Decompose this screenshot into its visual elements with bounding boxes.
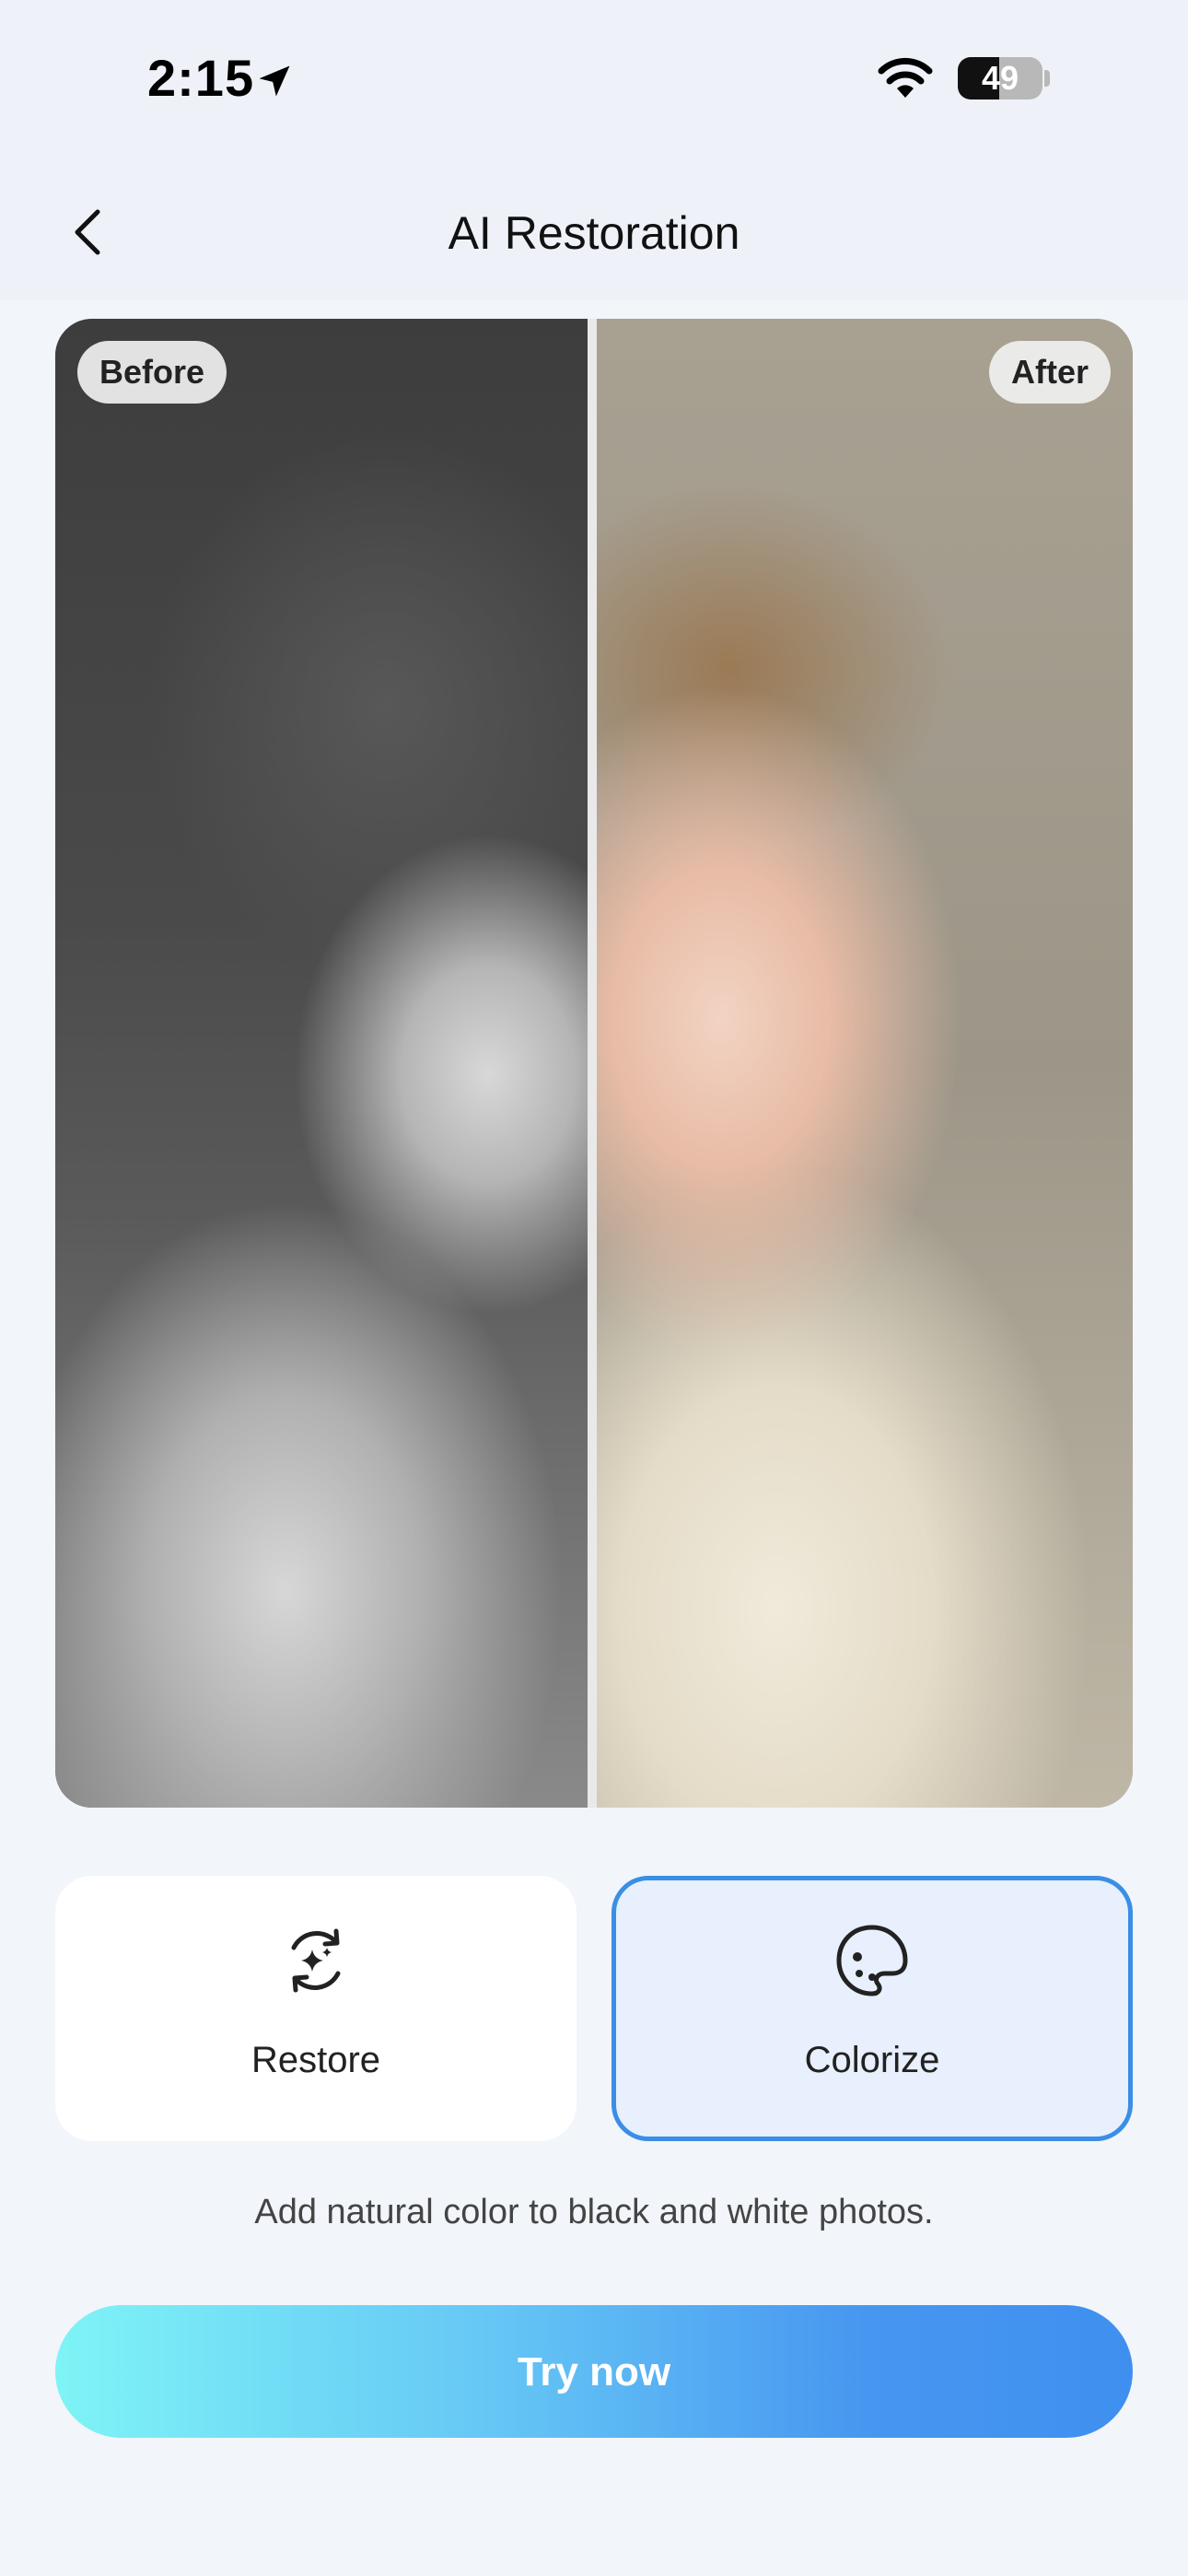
option-colorize[interactable]: Colorize: [611, 1876, 1133, 2141]
before-after-comparison[interactable]: Before After: [55, 319, 1133, 1808]
nav-bar: AI Restoration: [0, 166, 1188, 300]
location-arrow-icon: [259, 65, 290, 97]
status-bar: 2:15 49: [0, 0, 1188, 166]
sparkle-refresh-icon: [291, 1928, 341, 1993]
try-now-button[interactable]: Try now: [55, 2305, 1133, 2438]
after-label: After: [988, 341, 1111, 404]
before-label: Before: [77, 341, 227, 404]
comparison-slider-handle[interactable]: [588, 319, 597, 1808]
wifi-icon: [878, 57, 933, 98]
chevron-left-icon: [75, 209, 100, 255]
battery-percent: 49: [981, 59, 1019, 97]
battery-tip: [1044, 70, 1050, 87]
back-button[interactable]: [55, 199, 122, 265]
palette-icon: [836, 1925, 908, 1996]
option-restore[interactable]: Restore: [55, 1876, 577, 2141]
page-title: AI Restoration: [448, 207, 740, 259]
option-colorize-label: Colorize: [804, 2040, 940, 2080]
status-time: 2:15: [147, 49, 255, 107]
battery-indicator: 49: [958, 57, 1042, 100]
before-photo: [55, 319, 592, 1808]
option-restore-label: Restore: [250, 2040, 381, 2080]
feature-description: Add natural color to black and white pho…: [254, 2193, 934, 2231]
after-photo: [592, 319, 1133, 1808]
